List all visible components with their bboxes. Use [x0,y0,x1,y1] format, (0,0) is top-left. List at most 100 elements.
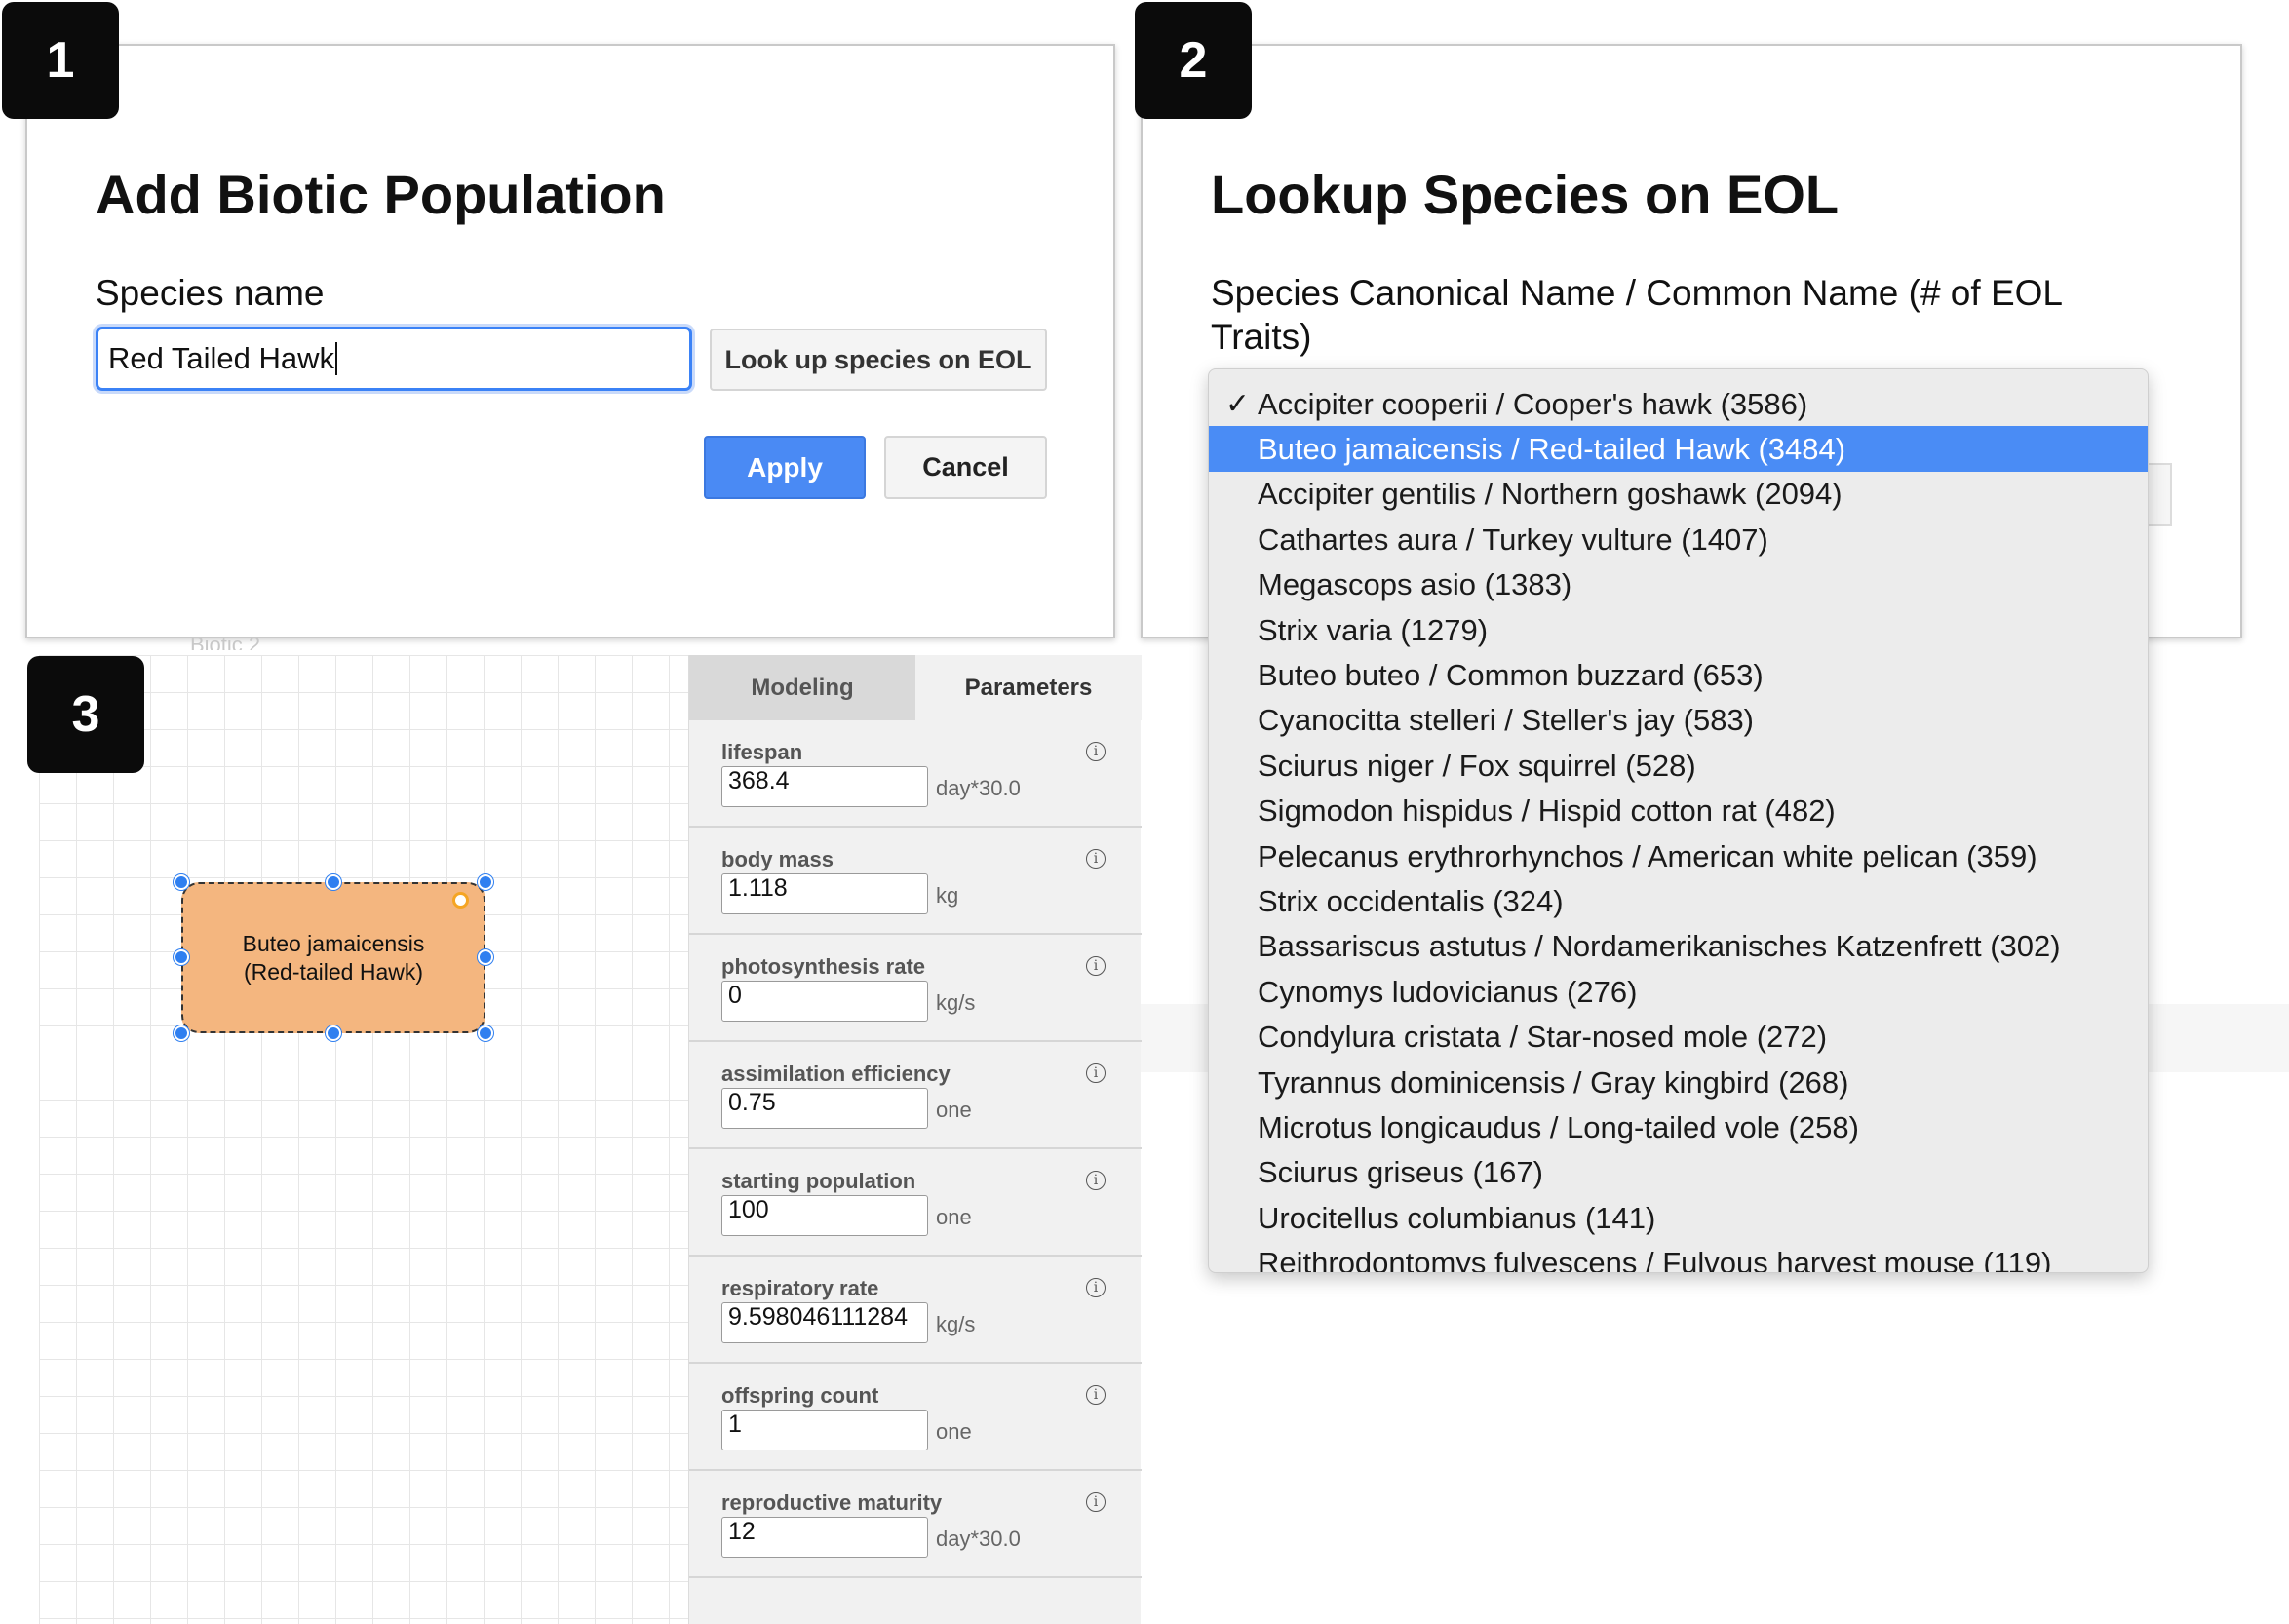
node-label-line2: (Red-tailed Hawk) [243,958,424,985]
species-option[interactable]: Cathartes aura / Turkey vulture (1407) [1209,517,2148,562]
parameter-unit: day*30.0 [936,776,1021,800]
species-name-input[interactable]: Red Tailed Hawk [96,327,692,391]
parameter-input[interactable]: 1 [721,1410,928,1450]
tab-parameters[interactable]: Parameters [915,655,1142,720]
species-option-label: Cathartes aura / Turkey vulture (1407) [1258,522,1768,557]
species-option[interactable]: Megascops asio (1383) [1209,562,2148,608]
species-option-label: Sciurus niger / Fox squirrel (528) [1258,748,1696,783]
parameter-input[interactable]: 1.118 [721,873,928,914]
parameter-label: assimilation efficiency [721,1062,951,1086]
info-icon[interactable]: i [1086,956,1106,976]
species-option[interactable]: Tyrannus dominicensis / Gray kingbird (2… [1209,1060,2148,1105]
info-icon[interactable]: i [1086,1278,1106,1297]
parameter-row-partial [689,1578,1142,1617]
parameter-input[interactable]: 0 [721,981,928,1022]
resize-handle-left[interactable] [174,949,189,965]
species-name-label: Species name [96,273,325,313]
parameter-input[interactable]: 368.4 [721,766,928,807]
species-option-label: Bassariscus astutus / Nordamerikanisches… [1258,929,2061,964]
parameter-label: reproductive maturity [721,1490,943,1515]
species-option[interactable]: Buteo jamaicensis / Red-tailed Hawk (348… [1209,426,2148,473]
species-option[interactable]: Sigmodon hispidus / Hispid cotton rat (4… [1209,789,2148,834]
apply-button[interactable]: Apply [704,436,866,499]
resize-handle-bottom-right[interactable] [478,1025,493,1041]
parameter-unit: kg/s [936,1312,976,1336]
species-option[interactable]: Strix varia (1279) [1209,607,2148,653]
species-option[interactable]: Strix occidentalis (324) [1209,878,2148,924]
species-node[interactable]: Buteo jamaicensis (Red-tailed Hawk) [181,882,485,1033]
parameter-row: reproductive maturity 12 day*30.0 i [689,1471,1142,1578]
parameter-unit: one [936,1419,972,1444]
parameter-row: starting population 100 one i [689,1149,1142,1257]
species-option-label: Accipiter gentilis / Northern goshawk (2… [1258,477,1843,512]
species-option[interactable]: Buteo buteo / Common buzzard (653) [1209,652,2148,698]
parameter-label: offspring count [721,1383,879,1408]
parameter-input[interactable]: 100 [721,1195,928,1236]
parameter-unit: kg/s [936,990,976,1015]
cancel-button[interactable]: Cancel [884,436,1047,499]
parameter-input[interactable]: 0.75 [721,1088,928,1129]
step-badge-1: 1 [2,2,119,119]
parameter-row: photosynthesis rate 0 kg/s i [689,935,1142,1042]
model-canvas[interactable] [39,655,688,1624]
info-icon[interactable]: i [1086,1385,1106,1405]
species-option[interactable]: Reithrodontomys fulvescens / Fulvous har… [1209,1241,2148,1273]
species-option[interactable]: Microtus longicaudus / Long-tailed vole … [1209,1104,2148,1150]
info-icon[interactable]: i [1086,742,1106,761]
species-option-label: Tyrannus dominicensis / Gray kingbird (2… [1258,1064,1849,1100]
species-option-label: Urocitellus columbianus (141) [1258,1200,1656,1235]
species-option[interactable]: Cyanocitta stelleri / Steller's jay (583… [1209,698,2148,744]
parameter-row: offspring count 1 one i [689,1364,1142,1471]
resize-handle-bottom-left[interactable] [174,1025,189,1041]
checkmark-icon: ✓ [1224,388,1250,420]
species-option[interactable]: Accipiter gentilis / Northern goshawk (2… [1209,472,2148,518]
species-option-label: Condylura cristata / Star-nosed mole (27… [1258,1020,1828,1055]
parameter-row: respiratory rate 9.598046111284 kg/s i [689,1257,1142,1364]
node-label-line1: Buteo jamaicensis [242,930,425,956]
parameter-label: respiratory rate [721,1276,879,1300]
info-icon[interactable]: i [1086,1171,1106,1190]
species-option[interactable]: Sciurus griseus (167) [1209,1150,2148,1196]
species-option-label: Megascops asio (1383) [1258,567,1572,602]
species-option[interactable]: Condylura cristata / Star-nosed mole (27… [1209,1015,2148,1061]
parameter-unit: one [936,1098,972,1122]
parameter-label: starting population [721,1169,916,1193]
species-option-label: Reithrodontomys fulvescens / Fulvous har… [1258,1246,2052,1273]
species-option-label: Strix occidentalis (324) [1258,883,1564,918]
parameter-label: lifespan [721,740,803,764]
resize-handle-top-right[interactable] [478,874,493,890]
species-option[interactable]: Cynomys ludovicianus (276) [1209,969,2148,1015]
species-option[interactable]: ✓ Accipiter cooperii / Cooper's hawk (358… [1209,381,2148,427]
resize-handle-top[interactable] [326,874,341,890]
parameter-unit: kg [936,883,959,908]
resize-handle-right[interactable] [478,949,493,965]
tab-modeling[interactable]: Modeling [689,655,915,720]
species-select-label-line2: Traits) [1211,317,1312,357]
species-option-label: Sigmodon hispidus / Hispid cotton rat (4… [1258,793,1836,829]
info-icon[interactable]: i [1086,1492,1106,1512]
species-option-label: Buteo buteo / Common buzzard (653) [1258,657,1764,692]
info-icon[interactable]: i [1086,1063,1106,1083]
rounding-handle[interactable] [452,892,469,909]
species-option[interactable]: Urocitellus columbianus (141) [1209,1195,2148,1241]
species-option[interactable]: Pelecanus erythrorhynchos / American whi… [1209,833,2148,879]
step-badge-3: 3 [27,656,144,773]
parameter-input[interactable]: 9.598046111284 [721,1302,928,1343]
species-select-label-line1: Species Canonical Name / Common Name (# … [1211,273,2063,313]
species-option-label: Strix varia (1279) [1258,612,1489,647]
species-dropdown-list[interactable]: ✓ Accipiter cooperii / Cooper's hawk (358… [1208,368,2149,1273]
info-icon[interactable]: i [1086,849,1106,869]
species-option-label: Cyanocitta stelleri / Steller's jay (583… [1258,703,1755,738]
species-option[interactable]: Bassariscus astutus / Nordamerikanisches… [1209,924,2148,970]
parameter-row: assimilation efficiency 0.75 one i [689,1042,1142,1149]
step-badge-2: 2 [1135,2,1252,119]
parameter-input[interactable]: 12 [721,1517,928,1558]
parameter-unit: one [936,1205,972,1229]
species-option[interactable]: Sciurus niger / Fox squirrel (528) [1209,743,2148,789]
text-cursor [335,342,338,375]
species-option-label: Sciurus griseus (167) [1258,1155,1543,1190]
resize-handle-top-left[interactable] [174,874,189,890]
resize-handle-bottom[interactable] [326,1025,341,1041]
lookup-eol-button[interactable]: Look up species on EOL [710,329,1047,391]
dialog-title: Add Biotic Population [96,164,666,225]
